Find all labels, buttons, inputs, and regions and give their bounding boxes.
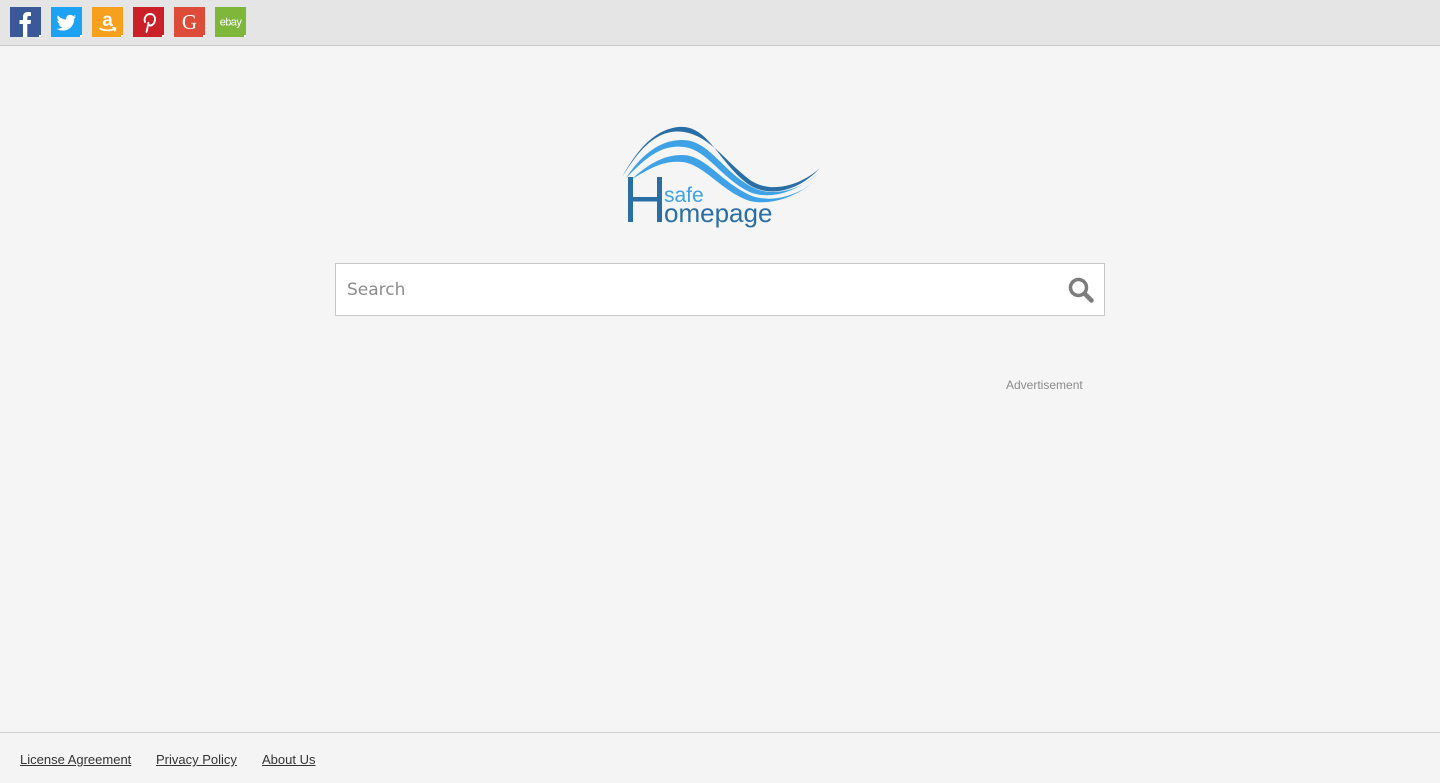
google-icon: G	[174, 7, 205, 37]
footer: License Agreement Privacy Policy About U…	[0, 732, 1440, 783]
svg-text:ebay: ebay	[220, 17, 243, 29]
svg-text:G: G	[182, 10, 197, 34]
about-us-link[interactable]: About Us	[262, 752, 315, 767]
privacy-policy-link[interactable]: Privacy Policy	[156, 752, 237, 767]
pinterest-shortcut[interactable]	[133, 7, 164, 37]
ebay-icon: ebay	[215, 7, 246, 37]
advertisement-label: Advertisement	[1006, 378, 1083, 392]
amazon-shortcut[interactable]: a	[92, 7, 123, 37]
twitter-shortcut[interactable]	[51, 7, 82, 37]
safe-homepage-logo: safe omepage	[618, 122, 822, 232]
facebook-shortcut[interactable]	[10, 7, 41, 37]
logo-homepage-text: omepage	[664, 198, 772, 228]
license-agreement-link[interactable]: License Agreement	[20, 752, 131, 767]
search-box	[335, 263, 1105, 316]
amazon-icon: a	[92, 7, 123, 37]
twitter-icon	[51, 7, 82, 37]
pinterest-icon	[133, 7, 164, 37]
search-input[interactable]	[336, 264, 1046, 315]
search-button[interactable]	[1066, 275, 1096, 305]
ebay-shortcut[interactable]: ebay	[215, 7, 246, 37]
facebook-icon	[10, 7, 41, 37]
top-shortcut-bar: a G ebay	[0, 0, 1440, 46]
svg-text:a: a	[102, 10, 113, 31]
search-icon	[1068, 277, 1094, 303]
google-shortcut[interactable]: G	[174, 7, 205, 37]
